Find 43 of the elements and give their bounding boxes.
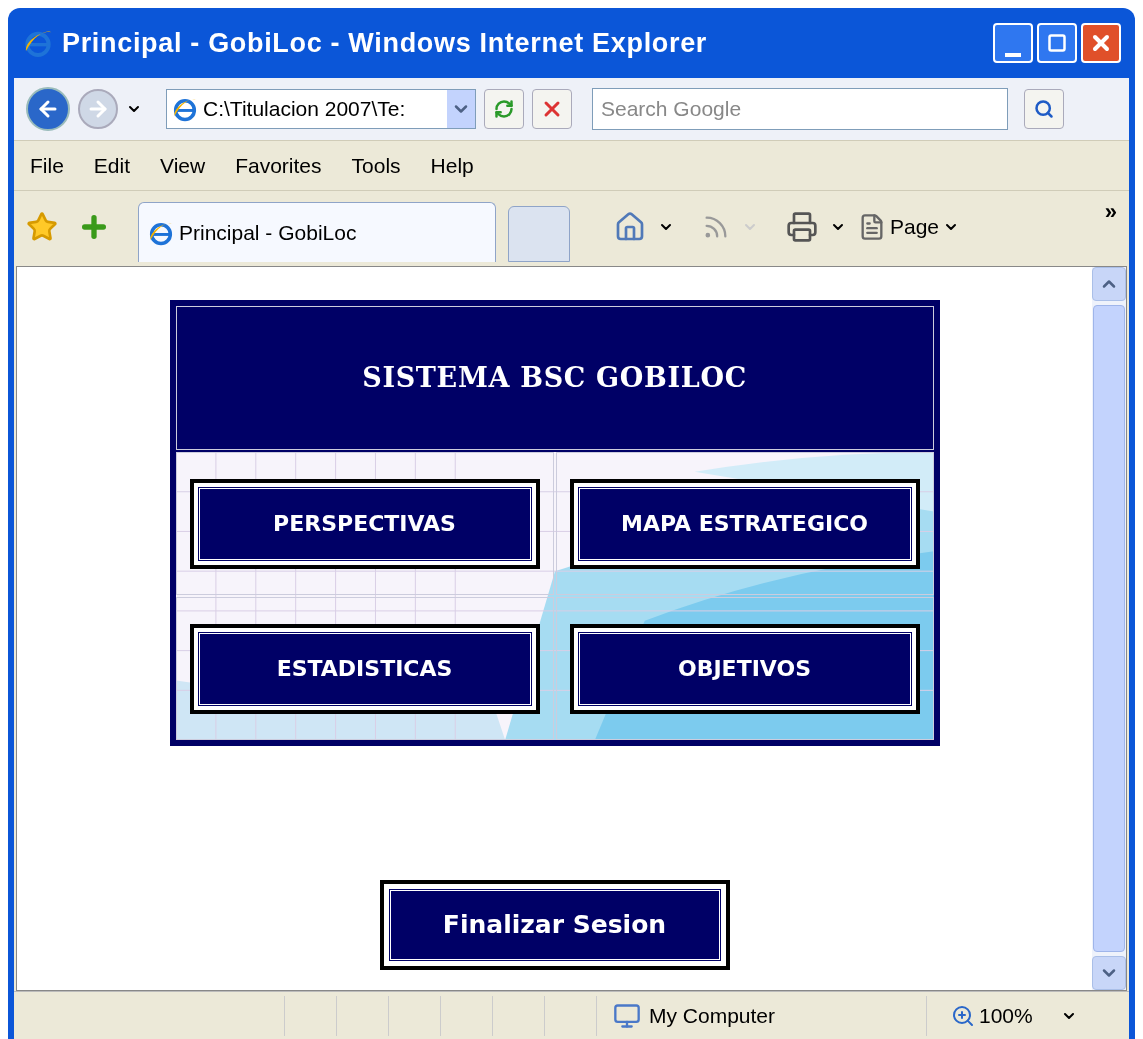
search-button[interactable] <box>1024 89 1064 129</box>
refresh-button[interactable] <box>484 89 524 129</box>
menu-item[interactable]: Tools <box>351 149 401 182</box>
scroll-up-button[interactable] <box>1092 267 1126 301</box>
page-menu-button[interactable]: Page <box>858 210 960 243</box>
back-button[interactable] <box>26 87 70 131</box>
more-tools-button[interactable]: » <box>1104 195 1117 228</box>
print-icon[interactable] <box>786 210 818 243</box>
search-field[interactable]: Search Google <box>592 88 1008 130</box>
home-icon[interactable] <box>614 210 646 243</box>
refresh-icon <box>494 99 514 119</box>
menu-button[interactable]: MAPA ESTRATEGICO <box>569 478 920 569</box>
scrollbar[interactable] <box>1092 267 1126 990</box>
logout-button[interactable]: Finalizar Sesion <box>379 880 730 970</box>
menu-item[interactable]: Favorites <box>235 149 322 182</box>
scroll-down-button[interactable] <box>1092 956 1126 990</box>
address-field[interactable]: C:\Titulacion 2007\Te: <box>166 89 476 129</box>
computer-icon <box>613 1001 641 1030</box>
menu-item[interactable]: File <box>30 149 64 182</box>
menu-item[interactable]: Edit <box>93 149 131 182</box>
forward-button[interactable] <box>78 89 118 129</box>
address-dropdown-button[interactable] <box>447 90 475 128</box>
new-tab-button[interactable] <box>508 206 570 262</box>
stop-button[interactable] <box>532 89 572 129</box>
menu-button[interactable]: ESTADISTICAS <box>189 623 540 714</box>
maximize-button[interactable] <box>1037 23 1077 63</box>
zone-label: My Computer <box>649 1002 776 1029</box>
zoom-button[interactable]: 100% <box>926 995 1077 1036</box>
menu-button[interactable]: OBJETIVOS <box>569 623 920 714</box>
close-button[interactable] <box>1081 23 1121 63</box>
menu-button[interactable]: PERSPECTIVAS <box>189 478 540 569</box>
favorites-star-icon[interactable] <box>26 210 58 243</box>
minimize-button[interactable] <box>993 23 1033 63</box>
window-title: Principal - GobiLoc - Windows Internet Explorer <box>62 26 708 60</box>
maximize-icon <box>1047 33 1067 53</box>
scroll-thumb[interactable] <box>1093 305 1125 952</box>
browser-tab[interactable]: Principal - GobiLoc <box>138 202 496 262</box>
minimize-icon <box>1005 53 1021 57</box>
search-icon <box>1034 99 1054 119</box>
zoom-icon <box>951 1003 975 1028</box>
menu-item[interactable]: Help <box>430 149 474 182</box>
page-heading: SISTEMA BSC GOBILOC <box>362 360 747 395</box>
menu-item[interactable]: View <box>160 149 206 182</box>
